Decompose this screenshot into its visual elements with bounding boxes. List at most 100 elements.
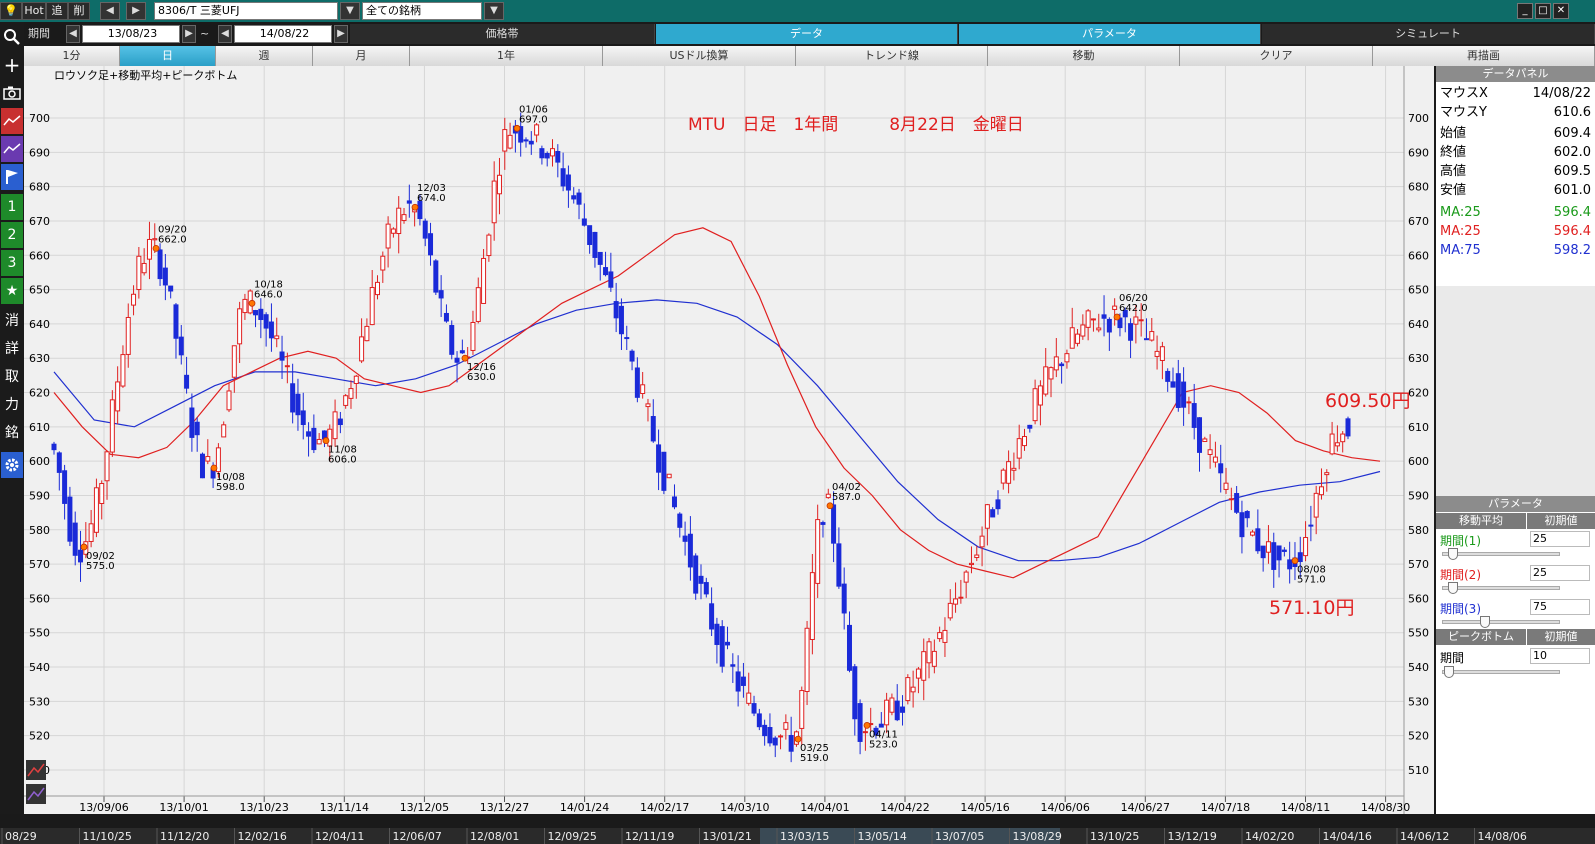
crosshair-icon[interactable]: + <box>1 52 23 78</box>
gear-icon[interactable] <box>1 452 23 478</box>
chart-red-icon[interactable] <box>1 108 23 134</box>
button-stock[interactable]: 銘 <box>1 420 23 446</box>
tab-usd[interactable]: USドル換算 <box>603 46 796 66</box>
candle-body <box>1159 346 1165 361</box>
peak-marker <box>826 502 834 510</box>
peak-value-label: 598.0 <box>216 482 245 493</box>
param-slider-knob[interactable] <box>1448 582 1458 594</box>
period-from-prev[interactable]: ◀ <box>66 25 80 43</box>
tab-daily[interactable]: 日 <box>120 46 216 66</box>
sakujo-button[interactable]: 削 <box>68 2 90 20</box>
search-icon[interactable] <box>1 24 23 50</box>
candle-body <box>1043 366 1049 395</box>
ma-value: 598.2 <box>1553 243 1591 258</box>
ma-init-button[interactable]: 初期値 <box>1527 513 1595 529</box>
prev-symbol-button[interactable]: ◀ <box>100 2 120 20</box>
param-input[interactable]: 25 <box>1530 531 1590 547</box>
data-panel-title: データパネル <box>1436 66 1595 82</box>
button-trade[interactable]: 取 <box>1 364 23 390</box>
candle-body <box>587 225 593 245</box>
candle-body <box>968 562 974 566</box>
candle-body <box>396 207 402 235</box>
chart-purple-icon[interactable] <box>1 136 23 162</box>
maximize-button[interactable]: □ <box>1535 3 1551 19</box>
peak-marker <box>210 464 218 472</box>
candle-body <box>942 629 948 643</box>
data-key: 安値 <box>1440 183 1467 198</box>
button-power[interactable]: 力 <box>1 392 23 418</box>
pb-init-button[interactable]: 初期値 <box>1527 629 1595 645</box>
candlestick-chart[interactable]: 510 520 530 540 550 560 570 580 590 600 610 620 630 6… <box>24 66 1434 814</box>
period-from-next[interactable]: ▶ <box>182 25 196 43</box>
param-input[interactable]: 75 <box>1530 599 1590 615</box>
period-to-next[interactable]: ▶ <box>334 25 348 43</box>
next-symbol-button[interactable]: ▶ <box>126 2 146 20</box>
tab-redraw[interactable]: 再描画 <box>1373 46 1595 66</box>
button-2[interactable]: 2 <box>1 222 23 248</box>
x-tick-label: 14/03/10 <box>720 801 769 814</box>
camera-icon[interactable] <box>1 80 23 106</box>
param-slider[interactable] <box>1442 552 1560 556</box>
bottom-overview[interactable]: 08/29 11/10/25 11/12/20 12/02/16 12/04/11 12/… <box>0 814 1595 844</box>
peak-value-label: 642.0 <box>1119 303 1148 314</box>
tab-monthly[interactable]: 月 <box>313 46 410 66</box>
period-from-input[interactable]: 13/08/23 <box>82 25 180 43</box>
bottom-date-label: 13/03/15 <box>780 830 829 843</box>
candle-body <box>576 192 582 205</box>
button-detail[interactable]: 詳 <box>1 336 23 362</box>
tab-parameters[interactable]: パラメータ <box>959 24 1261 44</box>
filter-select[interactable]: 全ての銘柄 <box>362 2 482 20</box>
button-delete[interactable]: 消 <box>1 308 23 334</box>
candle-body <box>581 218 587 226</box>
period-to-prev[interactable]: ◀ <box>218 25 232 43</box>
ma-row: MA:75 598.2 <box>1438 241 1593 260</box>
x-tick-label: 13/11/14 <box>320 801 369 814</box>
pb-period-slider[interactable] <box>1442 670 1560 674</box>
mini-chart-icon[interactable] <box>24 760 48 806</box>
chevron-down-icon[interactable]: ▼ <box>340 2 360 20</box>
data-row: 終値 602.0 <box>1438 143 1593 162</box>
candle-body <box>656 444 662 473</box>
button-1[interactable]: 1 <box>1 194 23 220</box>
peak-marker <box>863 721 871 729</box>
pb-period-input[interactable]: 10 <box>1530 648 1590 664</box>
minimize-button[interactable]: _ <box>1517 3 1533 19</box>
candle-body <box>189 407 195 438</box>
param-slider-knob[interactable] <box>1448 548 1458 560</box>
tab-price-band[interactable]: 価格帯 <box>350 24 655 44</box>
param-slider[interactable] <box>1442 586 1560 590</box>
candle-body <box>555 150 561 163</box>
bottom-date-label: 14/06/12 <box>1400 830 1449 843</box>
tab-trendline[interactable]: トレンド線 <box>796 46 988 66</box>
ma-value: 596.4 <box>1553 205 1591 220</box>
candle-body <box>820 522 826 525</box>
tsui-button[interactable]: 追 <box>46 2 68 20</box>
star-icon[interactable]: ★ <box>1 278 23 304</box>
param-slider[interactable] <box>1442 620 1560 624</box>
hot-button[interactable]: Hot <box>22 2 46 20</box>
chevron-down-icon[interactable]: ▼ <box>484 2 504 20</box>
candle-body <box>677 513 683 528</box>
tab-move[interactable]: 移動 <box>988 46 1180 66</box>
y-tick-label: 620 <box>1408 387 1429 400</box>
pb-slider-knob[interactable] <box>1444 666 1454 678</box>
candle-body <box>1234 493 1240 513</box>
bottom-date-label: 12/06/07 <box>393 830 442 843</box>
tab-1year[interactable]: 1年 <box>410 46 603 66</box>
flag-icon[interactable] <box>1 164 23 190</box>
candle-body <box>359 336 365 362</box>
period-to-input[interactable]: 14/08/22 <box>234 25 332 43</box>
tab-clear[interactable]: クリア <box>1180 46 1373 66</box>
tab-data[interactable]: データ <box>656 24 958 44</box>
tab-1min[interactable]: 1分 <box>24 46 120 66</box>
close-button[interactable]: ✕ <box>1553 3 1569 19</box>
button-3[interactable]: 3 <box>1 250 23 276</box>
lightbulb-icon[interactable]: 💡 <box>0 2 22 20</box>
param-slider-knob[interactable] <box>1480 616 1490 628</box>
candle-body <box>1106 318 1112 333</box>
tab-simulate[interactable]: シミュレート <box>1262 24 1595 44</box>
tab-weekly[interactable]: 週 <box>216 46 313 66</box>
candle-body <box>1175 373 1181 408</box>
symbol-input[interactable]: 8306/T 三菱UFJ <box>154 2 338 20</box>
param-input[interactable]: 25 <box>1530 565 1590 581</box>
